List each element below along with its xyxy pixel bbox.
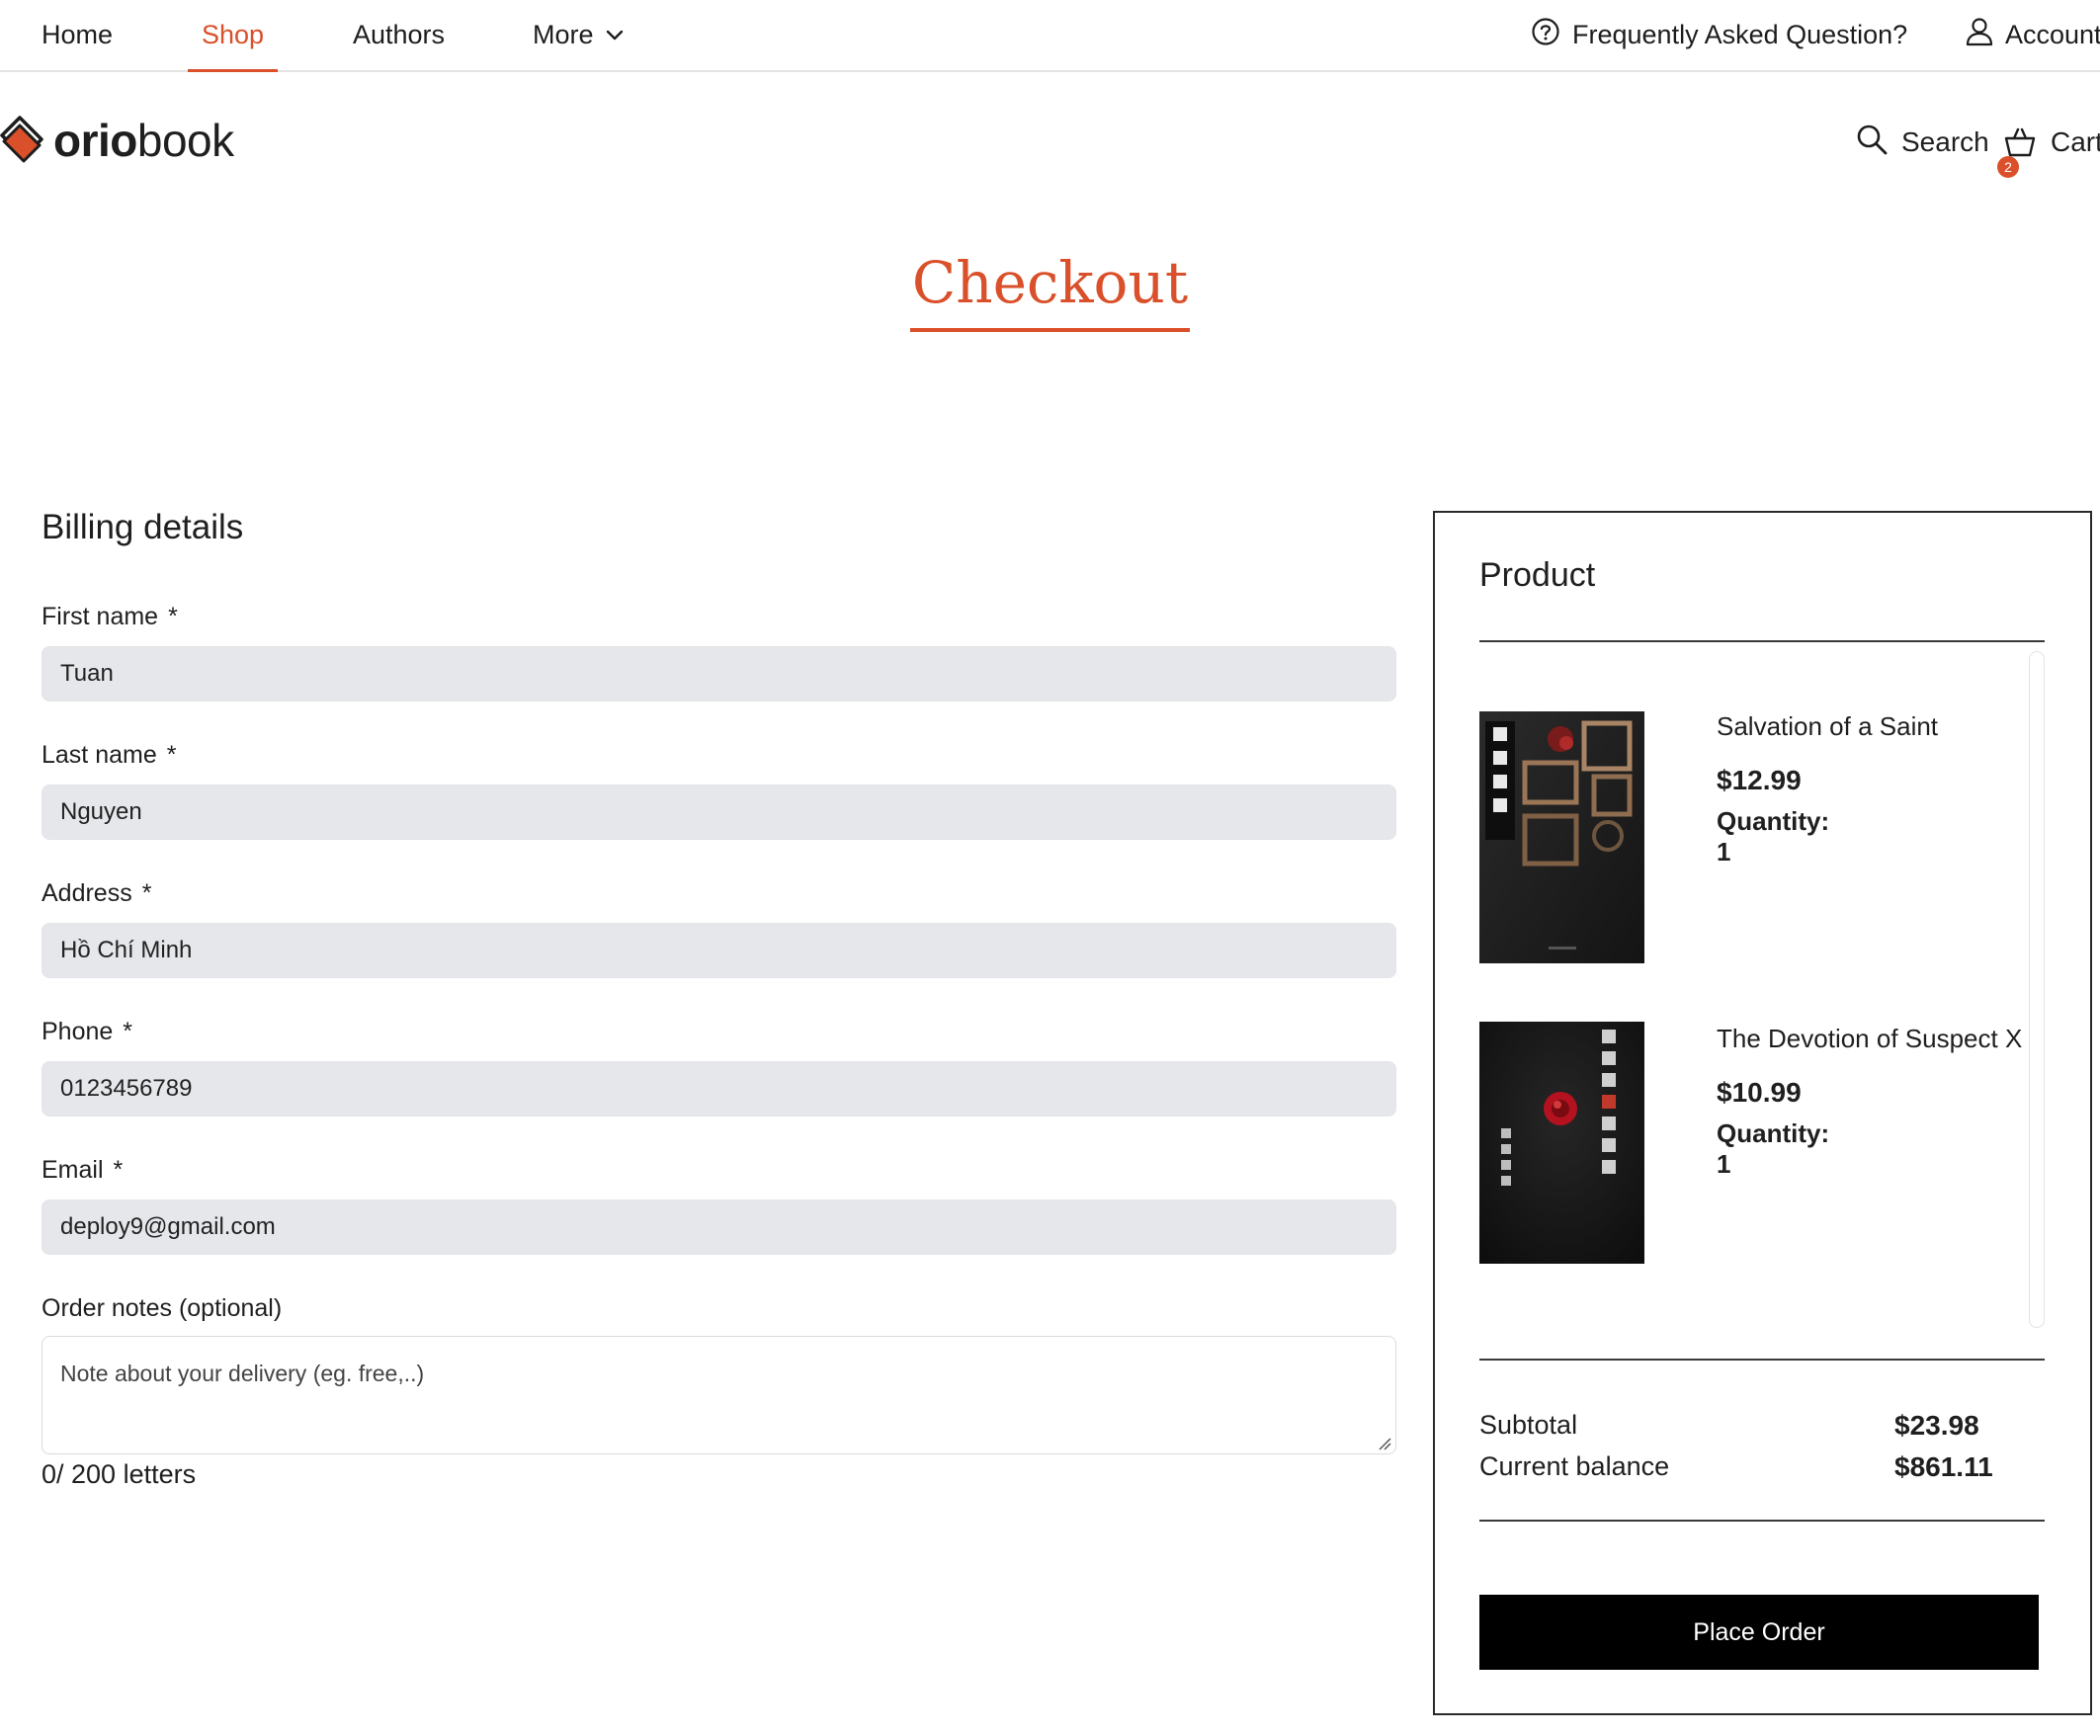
required-mark: *	[168, 603, 178, 630]
resize-handle-icon[interactable]	[1378, 1437, 1391, 1455]
email-input[interactable]	[42, 1199, 1396, 1255]
search-icon	[1856, 124, 1888, 162]
char-count: 0/ 200 letters	[42, 1459, 197, 1489]
divider	[1479, 1359, 2045, 1361]
billing-heading: Billing details	[42, 508, 244, 546]
book-logo-icon	[0, 112, 43, 170]
product-quantity: Quantity:1	[1717, 1118, 1829, 1180]
order-notes-label: Order notes (optional)	[42, 1294, 283, 1322]
quantity-label: Quantity:	[1717, 806, 1830, 836]
account-link[interactable]: Account	[1966, 0, 2100, 70]
required-mark: *	[123, 1018, 133, 1045]
last-name-label-text: Last name	[42, 741, 157, 769]
cart-button[interactable]: 2 Cart	[1997, 115, 2100, 178]
cart-count-badge: 2	[1997, 156, 2019, 178]
order-summary-panel: Product Salvation of a Saint $12.99 Quan…	[1433, 511, 2092, 1715]
nav-more[interactable]: More	[533, 0, 624, 70]
phone-input[interactable]	[42, 1061, 1396, 1116]
product-name[interactable]: The Devotion of Suspect X	[1717, 1024, 2022, 1054]
top-nav: Home Shop Authors More Frequently Asked …	[0, 0, 2100, 72]
phone-label: Phone *	[42, 1018, 132, 1046]
logo-text-light: book	[136, 115, 234, 166]
quantity-value: 1	[1717, 1149, 1731, 1179]
current-balance-label: Current balance	[1479, 1451, 1670, 1481]
logo-text: oriobook	[53, 114, 234, 167]
quantity-label: Quantity:	[1717, 1118, 1830, 1148]
logo-text-bold: orio	[53, 115, 137, 166]
nav-home[interactable]: Home	[42, 0, 113, 70]
first-name-label-text: First name	[42, 603, 159, 630]
first-name-input[interactable]	[42, 646, 1396, 702]
address-input[interactable]	[42, 923, 1396, 978]
cart-label: Cart	[2051, 126, 2100, 157]
search-label: Search	[1901, 126, 1989, 157]
email-label-text: Email	[42, 1156, 104, 1184]
account-label: Account	[2005, 20, 2100, 49]
phone-label-text: Phone	[42, 1018, 114, 1045]
required-mark: *	[113, 1156, 124, 1184]
page-title-wrap: Checkout	[0, 249, 2100, 332]
nav-authors[interactable]: Authors	[353, 0, 445, 70]
address-label: Address *	[42, 879, 151, 908]
logo[interactable]: oriobook	[0, 111, 234, 170]
subtotal-label: Subtotal	[1479, 1410, 1578, 1440]
email-label: Email *	[42, 1156, 123, 1185]
faq-label: Frequently Asked Question?	[1572, 20, 1908, 49]
nav-more-label: More	[533, 20, 594, 49]
quantity-value: 1	[1717, 837, 1731, 867]
book-cover-image[interactable]	[1479, 1022, 1644, 1264]
last-name-label: Last name *	[42, 741, 176, 770]
divider	[1479, 1520, 2045, 1522]
address-label-text: Address	[42, 879, 132, 907]
product-price: $10.99	[1717, 1077, 1802, 1108]
page-title: Checkout	[909, 249, 1191, 332]
product-price: $12.99	[1717, 765, 1802, 795]
product-name[interactable]: Salvation of a Saint	[1717, 711, 1938, 742]
order-notes-textarea[interactable]	[42, 1336, 1396, 1454]
divider	[1479, 640, 2045, 642]
product-list-scrollbar[interactable]	[2029, 651, 2045, 1328]
faq-link[interactable]: Frequently Asked Question?	[1531, 0, 1907, 70]
basket-icon: 2	[1997, 126, 2037, 178]
place-order-button[interactable]: Place Order	[1479, 1595, 2039, 1670]
user-icon	[1966, 17, 1993, 53]
current-balance-value: $861.11	[1894, 1451, 1993, 1482]
summary-heading: Product	[1479, 556, 1596, 594]
required-mark: *	[166, 741, 177, 769]
subtotal-value: $23.98	[1894, 1410, 1979, 1441]
first-name-label: First name *	[42, 603, 178, 631]
required-mark: *	[141, 879, 152, 907]
search-button[interactable]: Search	[1856, 115, 1989, 170]
book-cover-image[interactable]	[1479, 711, 1644, 963]
nav-shop[interactable]: Shop	[187, 0, 279, 72]
last-name-input[interactable]	[42, 785, 1396, 840]
product-quantity: Quantity:1	[1717, 806, 1829, 868]
chevron-down-icon	[606, 30, 624, 41]
question-icon	[1531, 17, 1560, 53]
